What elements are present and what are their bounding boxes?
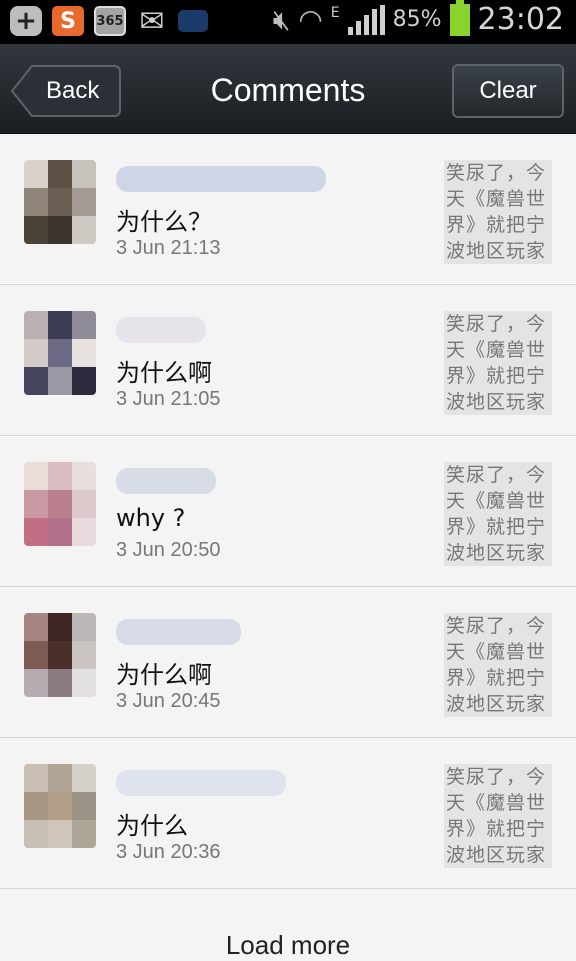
avatar[interactable]	[24, 311, 96, 395]
comment-row[interactable]: 为什么啊 3 Jun 20:45 笑尿了，今天《魔兽世界》就把宁波地区玩家	[0, 587, 576, 738]
comment-text: 为什么啊	[116, 661, 212, 689]
comment-text: 为什么？	[116, 208, 212, 236]
clear-button[interactable]: Clear	[452, 64, 564, 118]
username-blurred	[116, 770, 286, 796]
quoted-post[interactable]: 笑尿了，今天《魔兽世界》就把宁波地区玩家	[444, 613, 552, 717]
sogou-icon: S	[52, 6, 84, 36]
status-bar: + S 365 ✉ 🔇︎ ◠ E 85% 23:02	[0, 0, 576, 44]
username-blurred	[116, 468, 216, 494]
username-blurred	[116, 317, 206, 343]
comment-text: 为什么	[116, 812, 188, 840]
comment-time: 3 Jun 20:36	[116, 841, 221, 863]
add-icon: +	[10, 6, 42, 36]
battery-icon	[449, 0, 470, 36]
title-bar: Back Comments Clear	[0, 44, 576, 134]
comment-time: 3 Jun 20:50	[116, 539, 221, 561]
comment-row[interactable]: 为什么啊 3 Jun 21:05 笑尿了，今天《魔兽世界》就把宁波地区玩家	[0, 285, 576, 436]
avatar[interactable]	[24, 764, 96, 848]
quoted-post[interactable]: 笑尿了，今天《魔兽世界》就把宁波地区玩家	[444, 462, 552, 566]
comment-row[interactable]: 为什么 3 Jun 20:36 笑尿了，今天《魔兽世界》就把宁波地区玩家	[0, 738, 576, 889]
quoted-post[interactable]: 笑尿了，今天《魔兽世界》就把宁波地区玩家	[444, 311, 552, 415]
comment-time: 3 Jun 20:45	[116, 690, 221, 712]
wifi-icon: ◠	[298, 3, 323, 36]
mute-icon: 🔇︎	[272, 2, 291, 36]
notification-icons: + S 365 ✉	[10, 3, 208, 39]
quoted-post[interactable]: 笑尿了，今天《魔兽世界》就把宁波地区玩家	[444, 160, 552, 264]
comment-time: 3 Jun 21:05	[116, 388, 221, 410]
comment-list: 为什么？ 3 Jun 21:13 笑尿了，今天《魔兽世界》就把宁波地区玩家 为什么啊 3…	[0, 134, 576, 889]
comment-row[interactable]: why ? 3 Jun 20:50 笑尿了，今天《魔兽世界》就把宁波地区玩家	[0, 436, 576, 587]
quoted-post[interactable]: 笑尿了，今天《魔兽世界》就把宁波地区玩家	[444, 764, 552, 868]
comment-text: why ?	[116, 504, 186, 532]
load-more-button[interactable]: Load more	[0, 930, 576, 961]
username-blurred	[116, 619, 241, 645]
network-type: E	[330, 4, 340, 21]
message-icon	[178, 10, 208, 32]
avatar[interactable]	[24, 613, 96, 697]
clock: 23:02	[477, 2, 564, 37]
battery-percent: 85%	[392, 7, 442, 32]
comment-row[interactable]: 为什么？ 3 Jun 21:13 笑尿了，今天《魔兽世界》就把宁波地区玩家	[0, 134, 576, 285]
system-icons: 🔇︎ ◠ E 85% 23:02	[272, 0, 564, 37]
mail-icon: ✉	[139, 3, 165, 39]
comment-text: 为什么啊	[116, 359, 212, 387]
comment-time: 3 Jun 21:13	[116, 237, 221, 259]
avatar[interactable]	[24, 462, 96, 546]
signal-icon	[347, 4, 385, 35]
username-blurred	[116, 166, 326, 192]
calendar-365-icon: 365	[94, 6, 126, 36]
avatar[interactable]	[24, 160, 96, 244]
